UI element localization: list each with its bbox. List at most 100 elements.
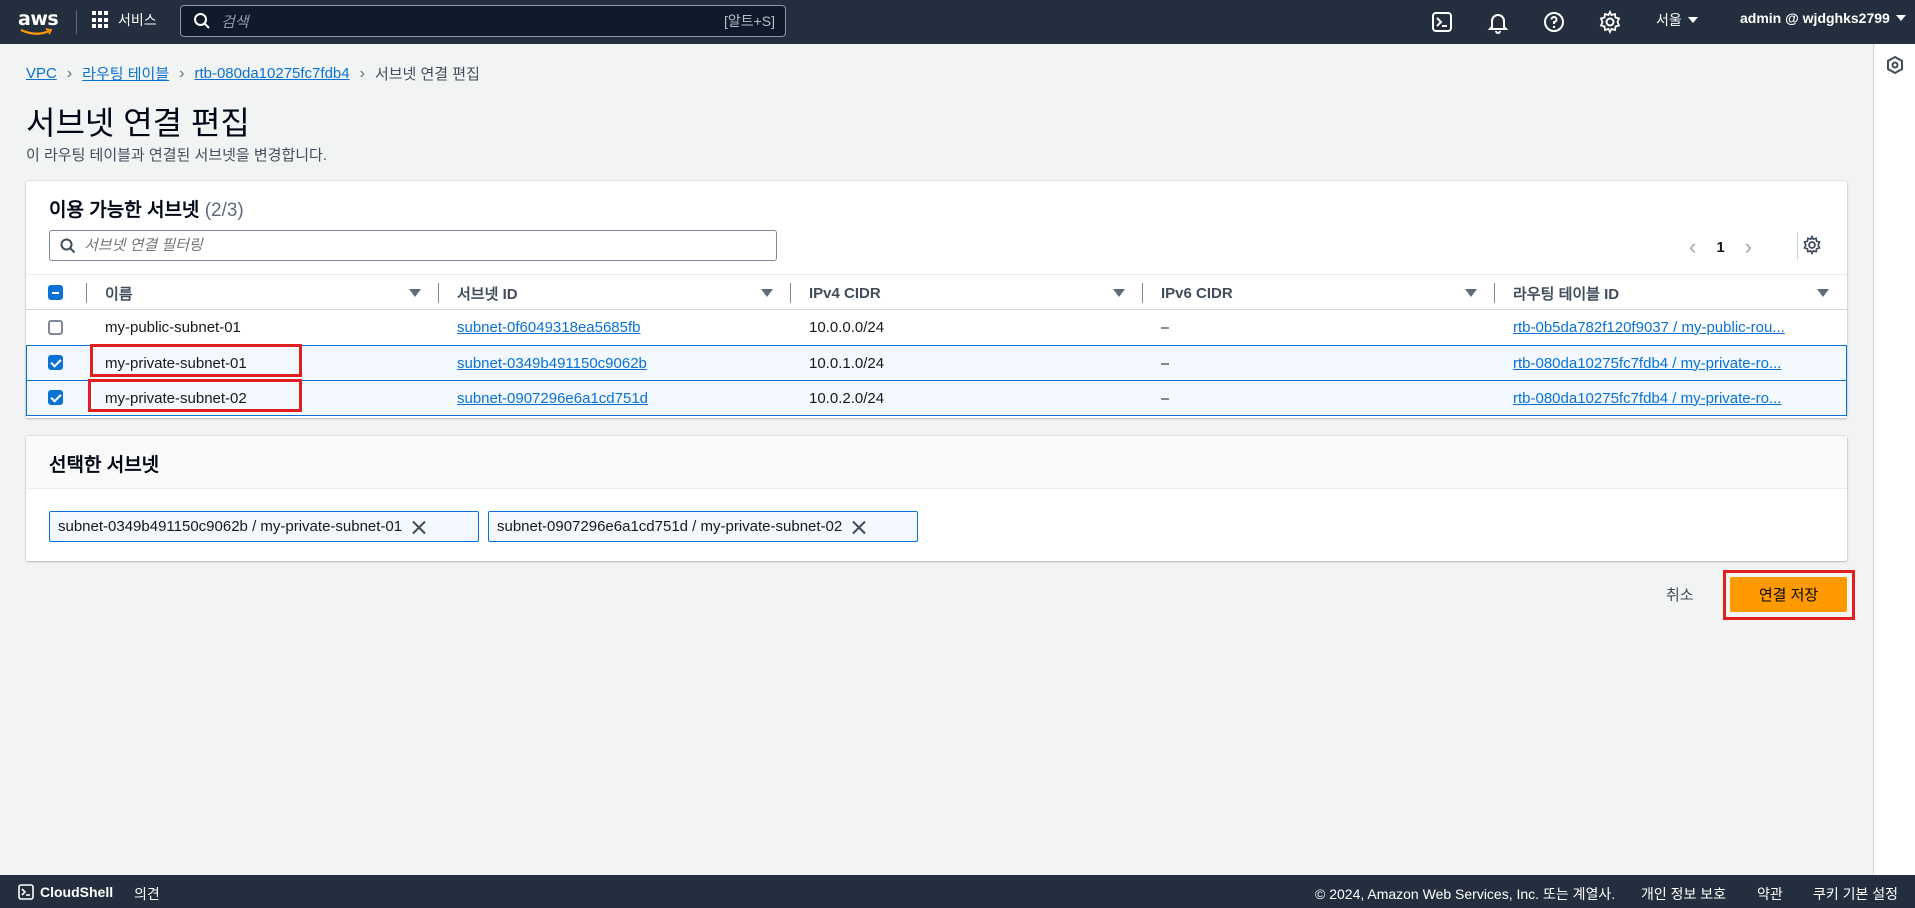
- chevron-right-icon[interactable]: ›: [1745, 234, 1752, 260]
- sort-caret-icon: [1113, 289, 1125, 297]
- console-footer: CloudShell 의견 © 2024, Amazon Web Service…: [0, 875, 1915, 908]
- page-title: 서브넷 연결 편집: [26, 105, 250, 141]
- top-navigation: aws 서비스 검색 [알트+S] 서울 admin @ wjdghks2799: [0, 0, 1915, 44]
- cell-subnet-id-link[interactable]: subnet-0349b491150c9062b: [457, 346, 647, 380]
- cell-ipv4: 10.0.0.0/24: [809, 318, 885, 336]
- column-header-ipv4-cidr[interactable]: IPv4 CIDR: [809, 275, 1149, 311]
- remove-token-close-icon[interactable]: [852, 520, 866, 534]
- global-search-input[interactable]: 검색 [알트+S]: [180, 5, 786, 37]
- footer-feedback-link[interactable]: 의견: [134, 884, 160, 904]
- cloudshell-icon[interactable]: [1430, 10, 1454, 34]
- table-header: 이름 서브넷 ID IPv4 CIDR IPv6 CIDR 라우팅 테이블 ID: [26, 274, 1847, 310]
- column-header-name-label: 이름: [105, 285, 133, 303]
- available-subnets-title: 이용 가능한 서브넷: [49, 200, 200, 221]
- column-header-ipv6-label: IPv6 CIDR: [1161, 284, 1233, 302]
- footer-terms-link[interactable]: 약관: [1757, 884, 1783, 904]
- services-menu-button[interactable]: 서비스: [92, 10, 157, 30]
- select-all-checkbox[interactable]: [48, 285, 63, 300]
- column-divider: [438, 283, 439, 303]
- cell-route-table-link[interactable]: rtb-080da10275fc7fdb4 / my-private-ro...: [1513, 346, 1838, 380]
- hexagon-panel-icon[interactable]: [1886, 56, 1904, 74]
- breadcrumb: VPC › 라우팅 테이블 › rtb-080da10275fc7fdb4 › …: [26, 63, 480, 84]
- footer-cookie-preferences-link[interactable]: 쿠키 기본 설정: [1813, 884, 1898, 904]
- available-subnets-header: 이용 가능한 서브넷 (2/3): [49, 195, 244, 222]
- cell-subnet-id-link[interactable]: subnet-0f6049318ea5685fb: [457, 310, 641, 344]
- column-header-subnet-id[interactable]: 서브넷 ID: [457, 275, 797, 311]
- search-shortcut: [알트+S]: [723, 13, 775, 29]
- highlight-annotation-box: [90, 344, 302, 377]
- remove-token-close-icon[interactable]: [412, 520, 426, 534]
- aws-logo-text: aws: [18, 8, 59, 30]
- footer-privacy-link[interactable]: 개인 정보 보호: [1641, 884, 1726, 904]
- selected-subnet-token: subnet-0349b491150c9062b / my-private-su…: [49, 511, 479, 542]
- column-header-route-table-id[interactable]: 라우팅 테이블 ID: [1513, 275, 1847, 311]
- cell-name: my-public-subnet-01: [105, 318, 241, 336]
- help-icon[interactable]: [1542, 10, 1566, 34]
- row-checkbox[interactable]: [48, 355, 63, 370]
- right-utility-rail: [1873, 44, 1915, 875]
- row-checkbox[interactable]: [48, 320, 63, 335]
- notifications-bell-icon[interactable]: [1486, 10, 1510, 34]
- chevron-right-icon: ›: [66, 64, 73, 82]
- cancel-button[interactable]: 취소: [1666, 584, 1694, 605]
- services-label: 서비스: [118, 12, 157, 28]
- footer-copyright: © 2024, Amazon Web Services, Inc. 또는 계열사…: [1315, 886, 1616, 902]
- column-header-subnet-id-label: 서브넷 ID: [457, 285, 518, 303]
- region-caret-icon: [1687, 17, 1698, 23]
- column-header-ipv4-label: IPv4 CIDR: [809, 284, 881, 302]
- cell-route-table-link[interactable]: rtb-0b5da782f120f9037 / my-public-rou...: [1513, 310, 1838, 344]
- column-divider: [1494, 283, 1495, 303]
- table-preferences-gear-icon[interactable]: [1802, 235, 1822, 255]
- column-divider: [86, 283, 87, 303]
- footer-cloudshell-link[interactable]: CloudShell: [40, 884, 113, 900]
- nav-divider: [76, 10, 77, 34]
- highlight-annotation-box: [88, 379, 302, 412]
- chevron-left-icon[interactable]: ‹: [1689, 234, 1696, 260]
- breadcrumb-route-table-id[interactable]: rtb-080da10275fc7fdb4: [194, 65, 349, 82]
- cell-ipv6: –: [1161, 389, 1170, 407]
- pagination: ‹ 1 ›: [1689, 232, 1798, 260]
- cell-ipv4: 10.0.1.0/24: [809, 354, 885, 372]
- column-divider: [790, 283, 791, 303]
- column-header-name[interactable]: 이름: [105, 275, 445, 311]
- cell-ipv6: –: [1161, 354, 1170, 372]
- region-selector[interactable]: 서울: [1656, 10, 1698, 30]
- breadcrumb-vpc[interactable]: VPC: [26, 65, 57, 82]
- sort-caret-icon: [761, 289, 773, 297]
- breadcrumb-route-tables[interactable]: 라우팅 테이블: [82, 63, 169, 84]
- cloudshell-icon[interactable]: [18, 884, 34, 900]
- account-caret-icon: [1895, 15, 1906, 21]
- column-header-ipv6-cidr[interactable]: IPv6 CIDR: [1161, 275, 1501, 311]
- cell-ipv4: 10.0.2.0/24: [809, 389, 885, 407]
- subnet-filter-input[interactable]: [84, 237, 776, 254]
- available-subnets-count: (2/3): [204, 200, 244, 221]
- selected-subnets-title: 선택한 서브넷: [49, 455, 160, 476]
- search-placeholder: 검색: [221, 13, 249, 31]
- settings-gear-icon[interactable]: [1598, 10, 1622, 34]
- aws-logo[interactable]: aws: [18, 8, 59, 36]
- token-label: subnet-0349b491150c9062b / my-private-su…: [58, 518, 403, 535]
- aws-smile-icon: [20, 28, 53, 35]
- sort-caret-icon: [1465, 289, 1477, 297]
- chevron-right-icon: ›: [179, 64, 185, 82]
- page-number-button[interactable]: 1: [1716, 239, 1724, 256]
- chevron-right-icon: ›: [359, 64, 365, 82]
- table-row[interactable]: my-public-subnet-01 subnet-0f6049318ea56…: [26, 310, 1847, 346]
- token-label: subnet-0907296e6a1cd751d / my-private-su…: [497, 518, 843, 535]
- account-menu[interactable]: admin @ wjdghks2799: [1740, 10, 1906, 26]
- pager-divider: [1797, 232, 1798, 260]
- column-header-route-table-label: 라우팅 테이블 ID: [1513, 285, 1620, 303]
- selected-subnets-header: 선택한 서브넷: [26, 436, 1847, 489]
- sort-caret-icon: [409, 289, 421, 297]
- subnet-filter-field[interactable]: [49, 230, 777, 261]
- cell-route-table-link[interactable]: rtb-080da10275fc7fdb4 / my-private-ro...: [1513, 381, 1838, 415]
- sort-caret-icon: [1817, 289, 1829, 297]
- row-checkbox[interactable]: [48, 390, 63, 405]
- highlight-annotation-box: [1723, 570, 1855, 620]
- cell-ipv6: –: [1161, 318, 1170, 336]
- column-divider: [1142, 283, 1143, 303]
- cell-subnet-id-link[interactable]: subnet-0907296e6a1cd751d: [457, 381, 648, 415]
- selected-subnets-panel: 선택한 서브넷 subnet-0349b491150c9062b / my-pr…: [26, 436, 1847, 561]
- breadcrumb-current: 서브넷 연결 편집: [374, 66, 480, 83]
- services-grid-icon: [92, 11, 110, 29]
